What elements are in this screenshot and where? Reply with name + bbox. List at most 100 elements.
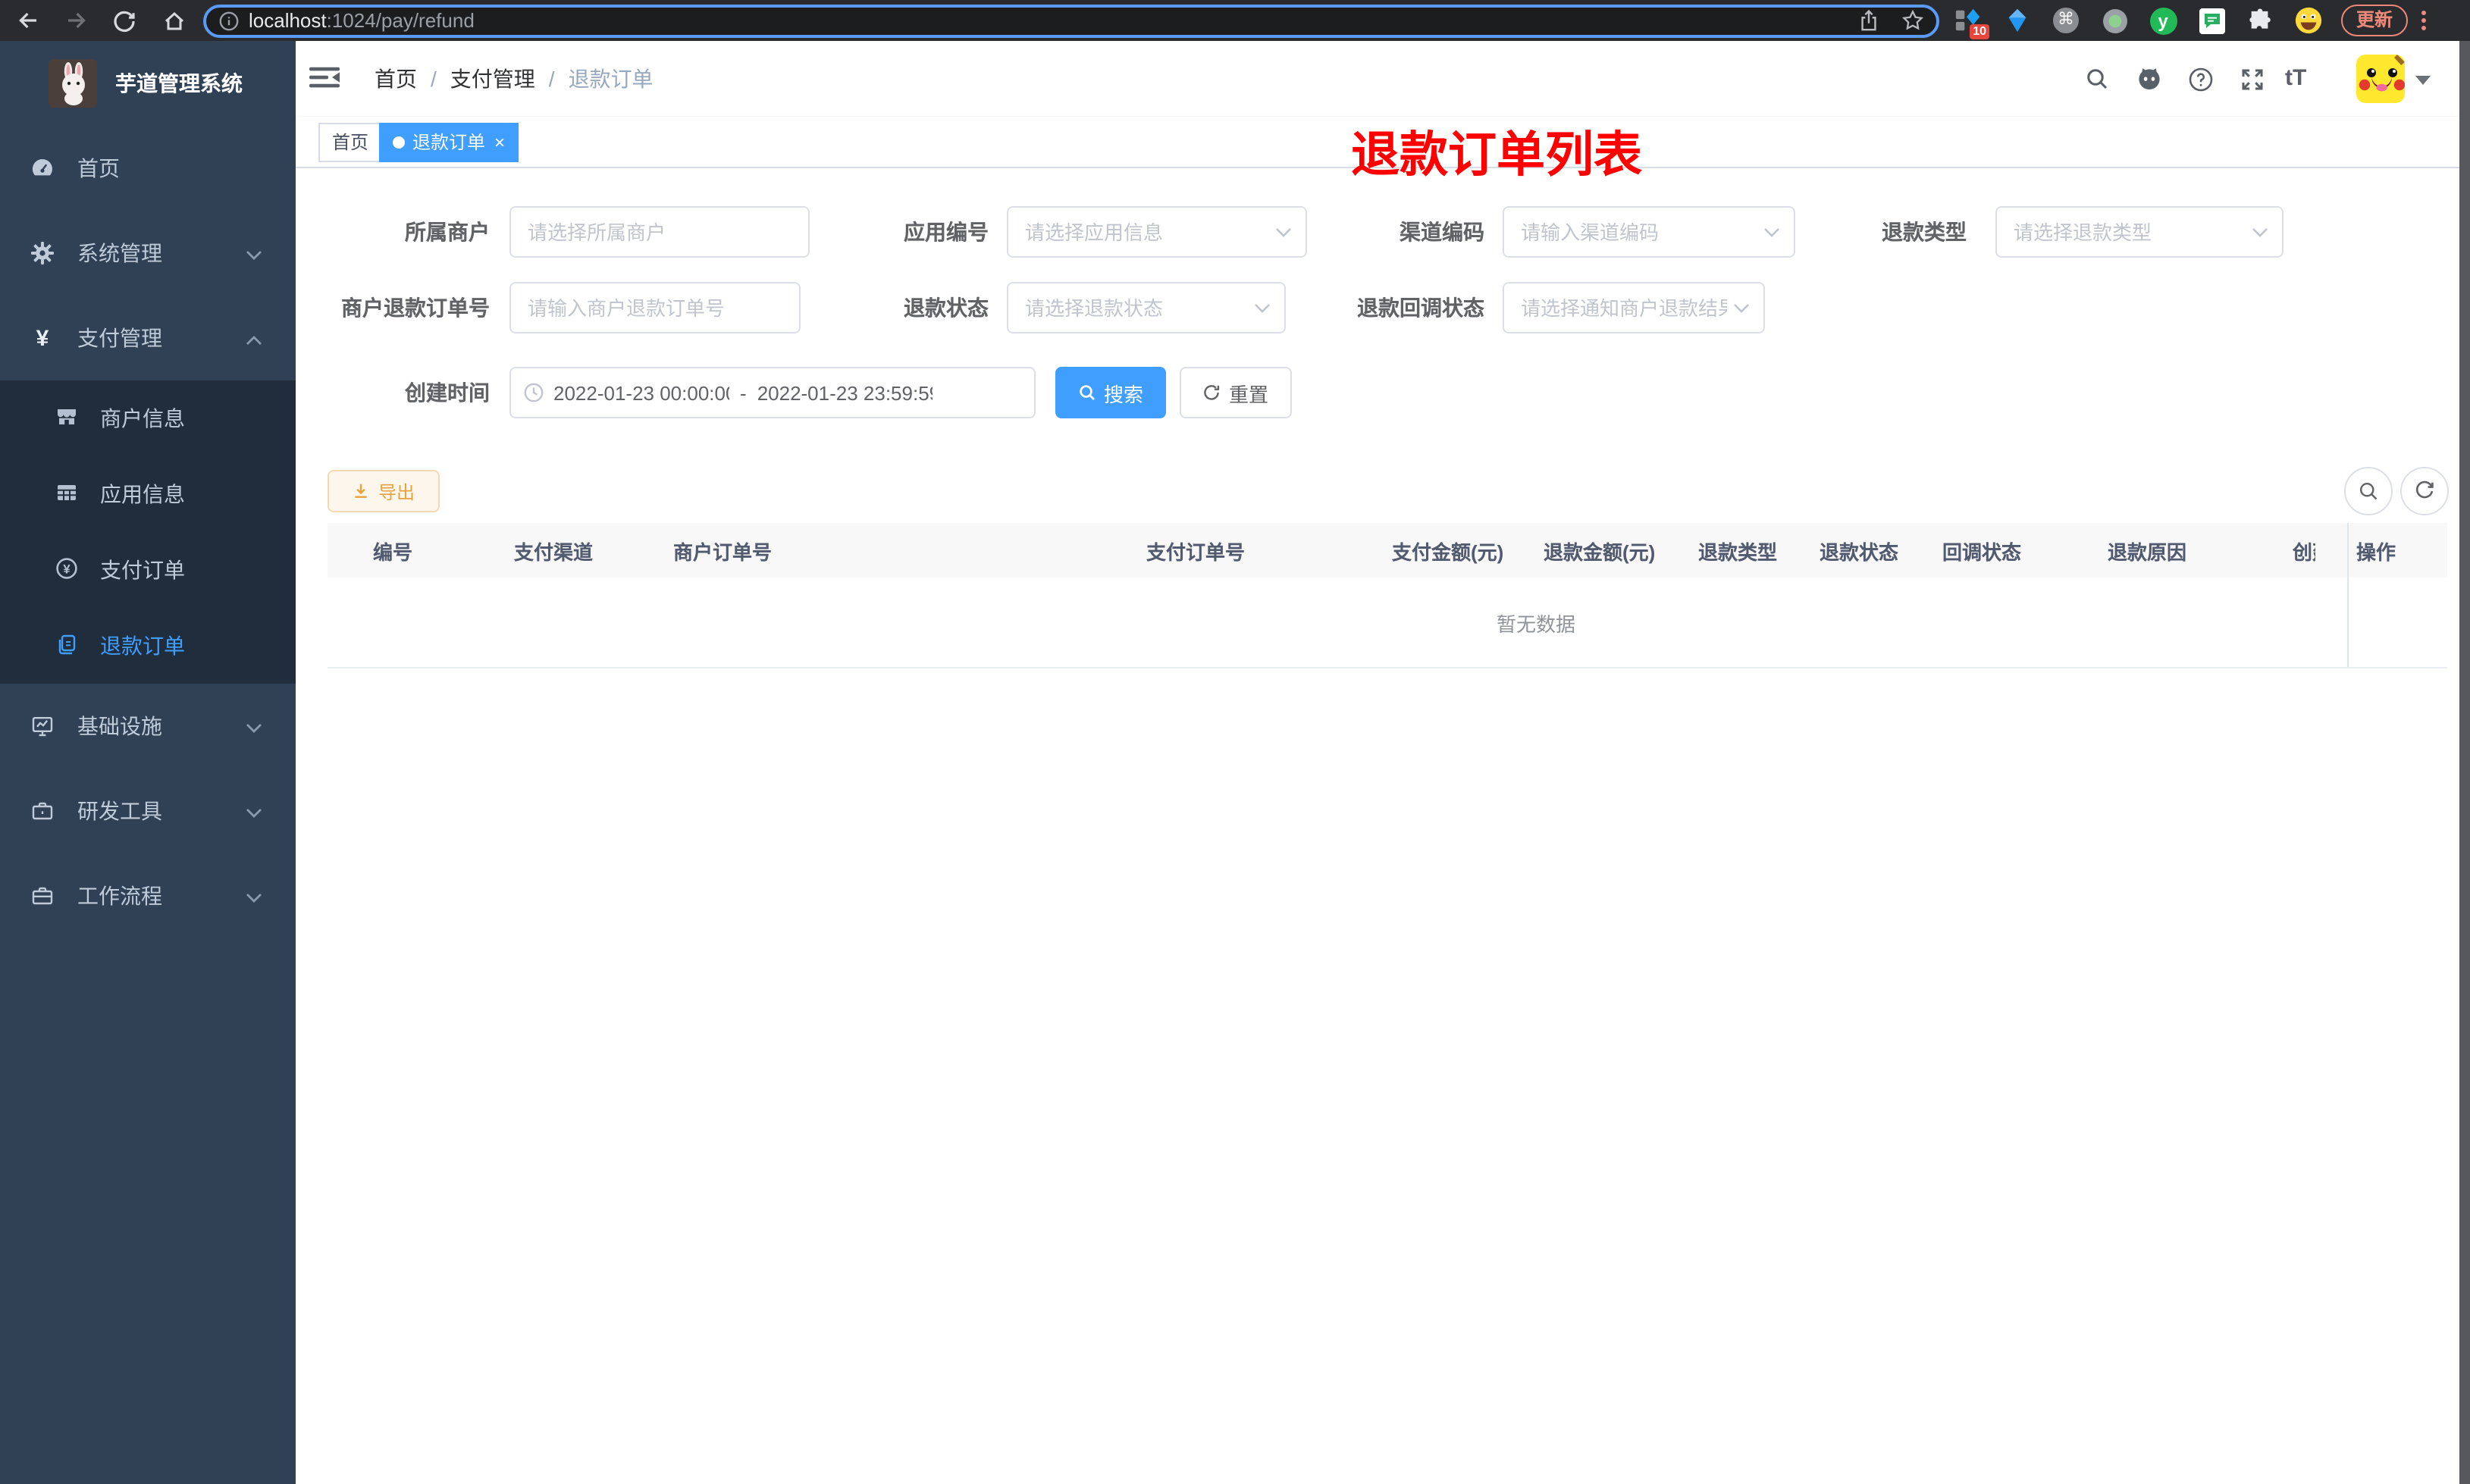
fixed-column-divider [2347, 523, 2349, 667]
breadcrumb: 首页 / 支付管理 / 退款订单 [375, 67, 654, 91]
sidebar-item-system[interactable]: 系统管理 [0, 211, 296, 296]
update-button[interactable]: 更新 [2341, 5, 2409, 36]
url-path: :1024/pay/refund [326, 9, 475, 32]
avatar-caret-icon[interactable] [2415, 76, 2431, 85]
notes-extension-icon[interactable]: 10 [1954, 6, 1989, 39]
sidebar-fold-icon[interactable] [309, 64, 340, 99]
chevron-down-icon [246, 884, 262, 908]
help-icon[interactable] [2188, 67, 2214, 100]
browser-home-icon[interactable] [156, 2, 193, 39]
sidebar-item-payment[interactable]: ¥ 支付管理 [0, 296, 296, 380]
avatar[interactable] [2356, 55, 2405, 103]
github-icon[interactable] [2136, 67, 2162, 100]
reset-button[interactable]: 重置 [1180, 367, 1292, 418]
filter-label-notify-status: 退款回调状态 [1357, 296, 1484, 320]
sidebar-item-infrastructure[interactable]: 基础设施 [0, 684, 296, 769]
profile-emoji-icon[interactable] [2294, 6, 2323, 35]
filter-label-channel: 渠道编码 [1400, 220, 1484, 244]
range-start-value[interactable]: 2022-01-23 00:00:00 [553, 381, 729, 404]
briefcase-icon [30, 884, 55, 908]
sidebar-item-pay-order[interactable]: ¥ 支付订单 [0, 532, 296, 608]
search-icon [1078, 384, 1096, 402]
bookmark-star-icon[interactable] [1901, 9, 1924, 32]
refund-list-content: 所属商户 应用编号 渠道编码 退款类型 [296, 168, 2470, 1484]
empty-text: 暂无数据 [1496, 612, 1576, 635]
chevron-down-icon [1275, 218, 1292, 246]
record-extension-icon[interactable] [2100, 6, 2129, 35]
dashboard-icon [30, 156, 55, 180]
table-grid-icon [55, 480, 79, 509]
chevron-down-icon [246, 714, 262, 738]
url-bar[interactable]: localhost:1024/pay/refund [203, 4, 1939, 37]
clock-icon [523, 382, 544, 403]
font-size-icon[interactable]: tT [2285, 41, 2306, 117]
sidebar-item-workflow[interactable]: 工作流程 [0, 853, 296, 938]
navbar: 首页 / 支付管理 / 退款订单 tT [296, 41, 2470, 117]
refund-document-icon [55, 631, 79, 660]
refresh-icon [1203, 384, 1221, 402]
sidebar-item-dev-tools[interactable]: 研发工具 [0, 769, 296, 853]
yuque-extension-icon[interactable]: y [2149, 6, 2177, 35]
filter-label-create-time: 创建时间 [405, 380, 490, 405]
browser-toolbar: localhost:1024/pay/refund 10 ⌘ y 更新 [0, 0, 2470, 41]
chevron-down-icon [1254, 294, 1271, 321]
browser-forward-icon[interactable] [58, 2, 94, 39]
extension-badge: 10 [1970, 24, 1989, 39]
refund-status-select[interactable] [1007, 282, 1286, 333]
search-icon [2359, 482, 2378, 500]
chevron-down-icon [246, 799, 262, 823]
range-end-value[interactable]: 2022-01-23 23:59:59 [757, 381, 933, 404]
refresh-icon [2415, 481, 2434, 499]
sidebar-item-home[interactable]: 首页 [0, 126, 296, 211]
create-time-range-picker[interactable]: 2022-01-23 00:00:00 - 2022-01-23 23:59:5… [509, 367, 1036, 418]
search-button[interactable]: 搜索 [1055, 367, 1166, 418]
chat-extension-icon[interactable] [2197, 6, 2226, 35]
merchant-refund-no-input[interactable] [509, 282, 801, 333]
export-button[interactable]: 导出 [328, 470, 440, 512]
merchant-input[interactable] [509, 206, 810, 258]
browser-reload-icon[interactable] [106, 2, 143, 39]
filter-label-refund-status: 退款状态 [904, 296, 989, 320]
sidebar: 芋道管理系统 首页 系统管理 ¥ 支付管理 商户信息 应用信息 ¥ 支付订单 退… [0, 41, 296, 1484]
refund-type-select[interactable] [1995, 206, 2283, 258]
refresh-table-button[interactable] [2400, 467, 2449, 515]
sidebar-item-app-info[interactable]: 应用信息 [0, 456, 296, 532]
window-scrollbar[interactable] [2459, 41, 2470, 1484]
tab-home[interactable]: 首页 [318, 123, 383, 162]
sidebar-logo-row[interactable]: 芋道管理系统 [0, 41, 296, 126]
browser-back-icon[interactable] [9, 2, 45, 39]
filter-label-merchant-refund-no: 商户退款订单号 [341, 296, 490, 320]
app-select[interactable] [1007, 206, 1307, 258]
monitor-chart-icon [30, 714, 55, 738]
filter-label-app: 应用编号 [904, 220, 989, 244]
chevron-down-icon [2252, 218, 2268, 246]
table-header: 编号 支付渠道 商户订单号 支付订单号 支付金额(元) 退款金额(元) 退款类型… [328, 523, 2447, 578]
channel-select[interactable] [1503, 206, 1795, 258]
chevron-up-icon [246, 326, 262, 350]
notify-status-select[interactable] [1503, 282, 1765, 333]
breadcrumb-current: 退款订单 [568, 67, 654, 91]
payment-submenu: 商户信息 应用信息 ¥ 支付订单 退款订单 [0, 380, 296, 684]
gem-extension-icon[interactable] [2003, 6, 2032, 35]
app-logo [49, 59, 97, 108]
share-icon[interactable] [1857, 9, 1880, 32]
svg-text:¥: ¥ [63, 561, 71, 575]
command-extension-icon[interactable]: ⌘ [2052, 6, 2080, 35]
fullscreen-icon[interactable] [2240, 67, 2265, 100]
breadcrumb-home[interactable]: 首页 [375, 67, 417, 91]
puzzle-extensions-icon[interactable] [2246, 6, 2274, 35]
sidebar-item-refund-order[interactable]: 退款订单 [0, 608, 296, 684]
table-body: 暂无数据 [328, 578, 2447, 668]
main-area: 首页 / 支付管理 / 退款订单 tT 首页 退款订单 × 退款订单列表 所属商… [296, 41, 2470, 1484]
site-info-icon[interactable] [218, 10, 240, 31]
browser-menu-icon[interactable] [2421, 11, 2428, 30]
chevron-down-icon [1733, 294, 1750, 321]
close-icon[interactable]: × [494, 133, 505, 152]
toggle-search-button[interactable] [2344, 467, 2393, 515]
tab-refund-order[interactable]: 退款订单 × [379, 123, 519, 162]
header-search-icon[interactable] [2085, 67, 2109, 99]
chevron-down-icon [246, 241, 262, 265]
sidebar-item-merchant-info[interactable]: 商户信息 [0, 380, 296, 456]
toolbox-icon [30, 799, 55, 823]
breadcrumb-payment[interactable]: 支付管理 [450, 67, 535, 91]
